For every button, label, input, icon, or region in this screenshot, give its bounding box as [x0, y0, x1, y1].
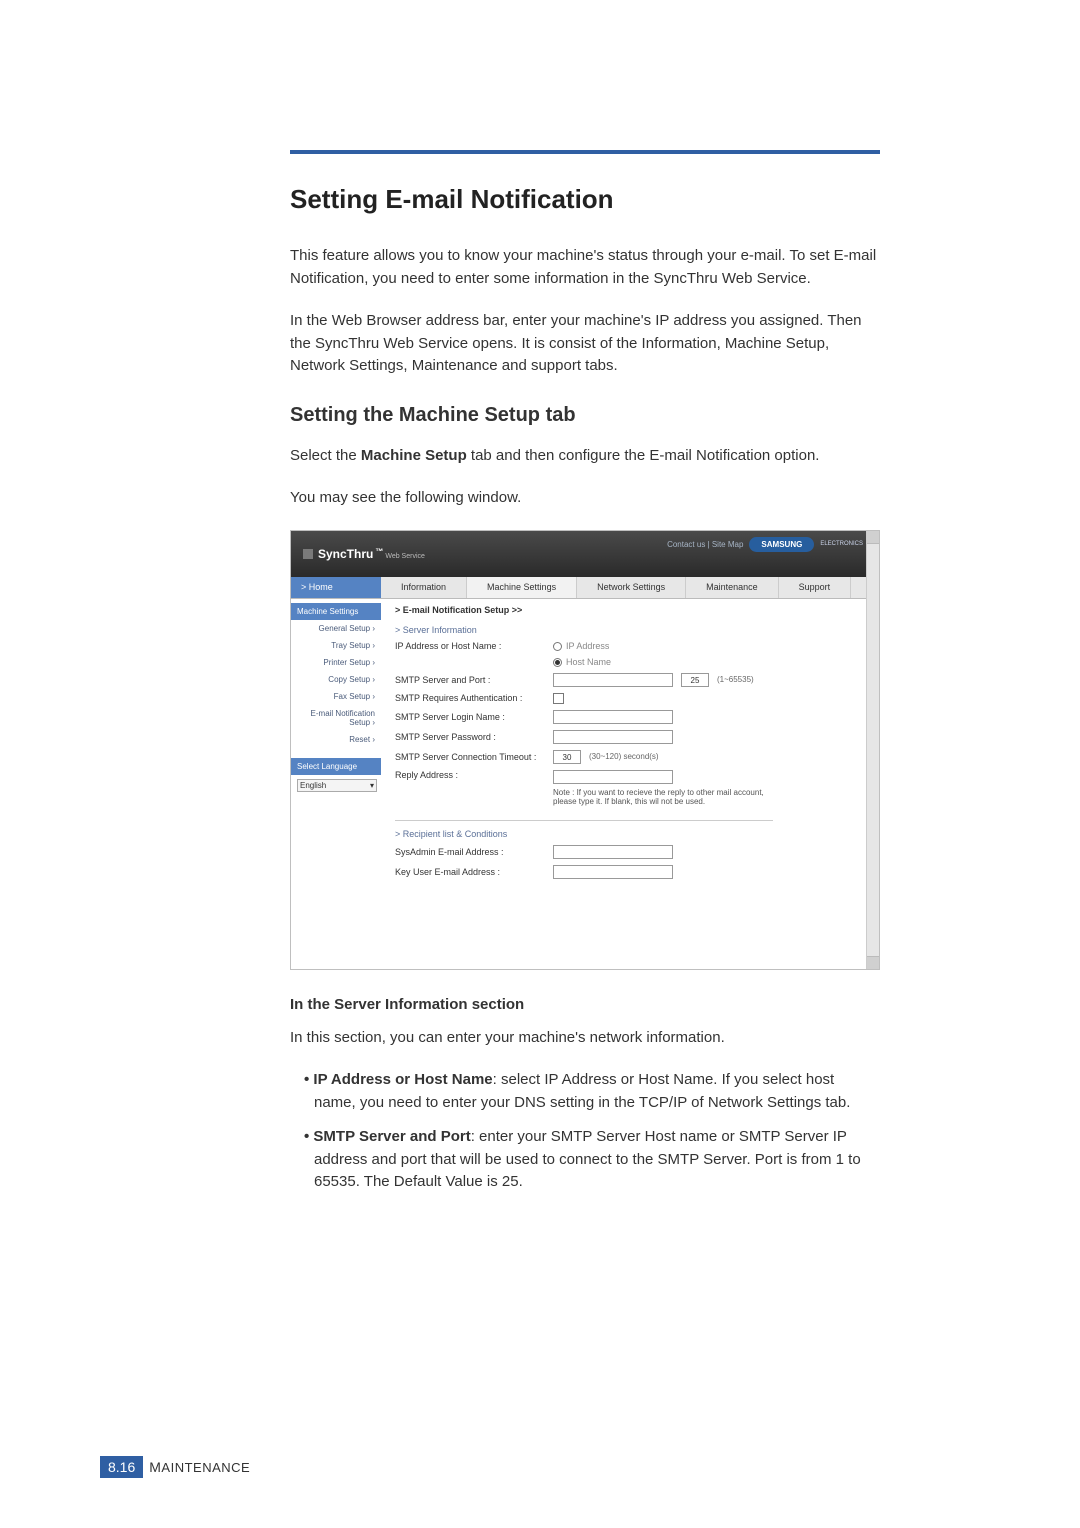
intro-paragraph-2: In the Web Browser address bar, enter yo… — [290, 310, 880, 378]
range-timeout: (30~120) second(s) — [589, 752, 659, 761]
scrollbar-vertical[interactable] — [866, 531, 879, 969]
top-links[interactable]: Contact us | Site Map — [667, 540, 743, 549]
tab-machine-settings[interactable]: Machine Settings — [467, 577, 577, 598]
syncthru-logo: SyncThru™ Web Service — [303, 547, 425, 561]
label-smtp-login: SMTP Server Login Name : — [395, 712, 545, 722]
row-sysadmin-email: SysAdmin E-mail Address : — [395, 845, 867, 859]
sidebar-item-general[interactable]: General Setup › — [291, 620, 381, 637]
tab-information[interactable]: Information — [381, 577, 467, 598]
checkbox-smtp-auth[interactable] — [553, 693, 564, 704]
page-title: Setting E-mail Notification — [290, 184, 880, 215]
row-smtp-server: SMTP Server and Port : 25 (1~65535) — [395, 673, 867, 687]
section-title: Setting the Machine Setup tab — [290, 404, 880, 427]
syncthru-screenshot: SyncThru™ Web Service Contact us | Site … — [290, 530, 880, 970]
bullet-bold: IP Address or Host Name — [313, 1071, 492, 1088]
footer-rest: AINTENANCE — [161, 1460, 250, 1475]
input-reply-address[interactable] — [553, 770, 673, 784]
group-recipient: > Recipient list & Conditions — [395, 829, 867, 839]
row-smtp-timeout: SMTP Server Connection Timeout : 30 (30~… — [395, 750, 867, 764]
sidebar-item-printer[interactable]: Printer Setup › — [291, 654, 381, 671]
input-smtp-port[interactable]: 25 — [681, 673, 709, 687]
footer-label: MAINTENANCE — [149, 1459, 250, 1475]
top-rule — [290, 150, 880, 154]
language-value: English — [300, 781, 326, 790]
row-smtp-login: SMTP Server Login Name : — [395, 710, 867, 724]
sidebar-item-email-notification[interactable]: E-mail Notification Setup › — [291, 705, 381, 731]
tab-home[interactable]: > Home — [291, 577, 381, 598]
shot-top-right: Contact us | Site Map SAMSUNG ELECTRONIC… — [667, 537, 863, 552]
note-reply: Note : If you want to recieve the reply … — [553, 784, 783, 806]
row-keyuser-email: Key User E-mail Address : — [395, 865, 867, 879]
sidebar-language-heading: Select Language — [291, 758, 381, 775]
shot-tabs: > Home Information Machine Settings Netw… — [291, 577, 879, 599]
input-sysadmin-email[interactable] — [553, 845, 673, 859]
bullet-list: IP Address or Host Name: select IP Addre… — [290, 1069, 880, 1194]
row-smtp-password: SMTP Server Password : — [395, 730, 867, 744]
footer-cap: M — [149, 1459, 161, 1475]
bullet-bold: SMTP Server and Port — [313, 1128, 470, 1145]
input-smtp-server[interactable] — [553, 673, 673, 687]
intro-paragraph-1: This feature allows you to know your mac… — [290, 245, 880, 290]
label-smtp-auth: SMTP Requires Authentication : — [395, 693, 545, 703]
label-keyuser-email: Key User E-mail Address : — [395, 867, 545, 877]
shot-main: > E-mail Notification Setup >> > Server … — [381, 599, 879, 969]
radio-ip-address[interactable] — [553, 642, 562, 651]
sidebar-item-reset[interactable]: Reset › — [291, 731, 381, 748]
label-smtp-server: SMTP Server and Port : — [395, 675, 545, 685]
logo-text: SyncThru — [318, 547, 373, 561]
text-span: Select the — [290, 447, 361, 464]
sidebar-heading: Machine Settings — [291, 603, 381, 620]
section-paragraph-1: Select the Machine Setup tab and then co… — [290, 445, 880, 468]
label-sysadmin-email: SysAdmin E-mail Address : — [395, 847, 545, 857]
tab-network-settings[interactable]: Network Settings — [577, 577, 686, 598]
tab-maintenance[interactable]: Maintenance — [686, 577, 779, 598]
input-smtp-timeout[interactable]: 30 — [553, 750, 581, 764]
sub-title: In the Server Information section — [290, 996, 880, 1013]
input-smtp-login[interactable] — [553, 710, 673, 724]
opt-ip-text: IP Address — [566, 641, 609, 651]
section-paragraph-2: You may see the following window. — [290, 487, 880, 510]
samsung-logo: SAMSUNG — [749, 537, 814, 552]
divider — [395, 820, 773, 821]
language-select[interactable]: English ▾ — [297, 779, 377, 792]
tab-support[interactable]: Support — [779, 577, 852, 598]
opt-host-text: Host Name — [566, 657, 611, 667]
bullet-smtp-server: SMTP Server and Port: enter your SMTP Se… — [290, 1126, 880, 1194]
shot-body: Machine Settings General Setup › Tray Se… — [291, 599, 879, 969]
label-smtp-password: SMTP Server Password : — [395, 732, 545, 742]
chevron-down-icon: ▾ — [370, 781, 374, 790]
logo-sub: Web Service — [385, 553, 425, 560]
sidebar-item-copy[interactable]: Copy Setup › — [291, 671, 381, 688]
input-smtp-password[interactable] — [553, 730, 673, 744]
row-smtp-auth: SMTP Requires Authentication : — [395, 693, 867, 704]
text-span: tab and then configure the E-mail Notifi… — [467, 447, 820, 464]
shot-sidebar: Machine Settings General Setup › Tray Se… — [291, 599, 381, 969]
shot-header: SyncThru™ Web Service Contact us | Site … — [291, 531, 879, 577]
radio-host-name[interactable] — [553, 658, 562, 667]
text-bold: Machine Setup — [361, 447, 467, 464]
page-number-badge: 8.16 — [100, 1456, 143, 1478]
bullet-ip-address: IP Address or Host Name: select IP Addre… — [290, 1069, 880, 1114]
row-reply-address: Reply Address : Note : If you want to re… — [395, 770, 867, 806]
sub-paragraph: In this section, you can enter your mach… — [290, 1027, 880, 1050]
samsung-sub: ELECTRONICS — [820, 541, 863, 547]
range-port: (1~65535) — [717, 675, 754, 684]
logo-tm: ™ — [375, 547, 383, 556]
label-smtp-timeout: SMTP Server Connection Timeout : — [395, 752, 545, 762]
input-keyuser-email[interactable] — [553, 865, 673, 879]
footer: 8.16 MAINTENANCE — [100, 1456, 250, 1478]
main-breadcrumb: > E-mail Notification Setup >> — [395, 605, 867, 615]
logo-square-icon — [303, 549, 313, 559]
group-server-info: > Server Information — [395, 625, 867, 635]
sidebar-item-tray[interactable]: Tray Setup › — [291, 637, 381, 654]
row-host-option: Host Name — [395, 657, 867, 667]
label-ip-or-host: IP Address or Host Name : — [395, 641, 545, 651]
label-reply-address: Reply Address : — [395, 770, 545, 780]
row-ip-or-host: IP Address or Host Name : IP Address — [395, 641, 867, 651]
sidebar-item-fax[interactable]: Fax Setup › — [291, 688, 381, 705]
